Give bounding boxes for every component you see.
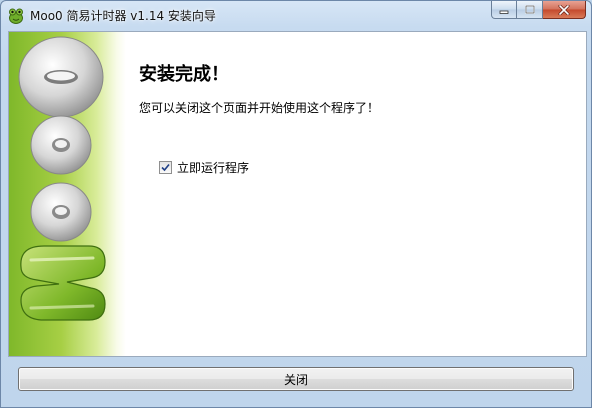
close-icon [558, 4, 570, 15]
close-window-button[interactable] [543, 1, 586, 19]
title-bar[interactable]: Moo0 简易计时器 v1.14 安装向导 [1, 1, 591, 31]
run-now-checkbox-row[interactable]: 立即运行程序 [159, 159, 249, 176]
wizard-page: 安装完成！ 您可以关闭这个页面并开始使用这个程序了！ 立即运行程序 [8, 31, 587, 357]
completion-description: 您可以关闭这个页面并开始使用这个程序了！ [139, 101, 380, 115]
window-title: Moo0 简易计时器 v1.14 安装向导 [30, 9, 216, 23]
installer-window: Moo0 简易计时器 v1.14 安装向导 安装完成！ 您可以关闭这个页面并开始… [0, 0, 592, 408]
caption-buttons [491, 1, 586, 21]
run-now-label[interactable]: 立即运行程序 [177, 159, 249, 176]
completion-heading: 安装完成！ [139, 64, 229, 85]
maximize-icon [524, 5, 535, 14]
run-now-checkbox[interactable] [159, 161, 172, 174]
close-button[interactable]: 关闭 [18, 367, 574, 391]
minimize-icon [499, 10, 509, 14]
maximize-button[interactable] [517, 1, 543, 19]
moo0-frog-icon[interactable] [7, 7, 25, 25]
moo0-logo [18, 36, 106, 321]
side-banner [9, 32, 126, 356]
checkmark-icon [161, 163, 170, 172]
minimize-button[interactable] [491, 1, 517, 19]
